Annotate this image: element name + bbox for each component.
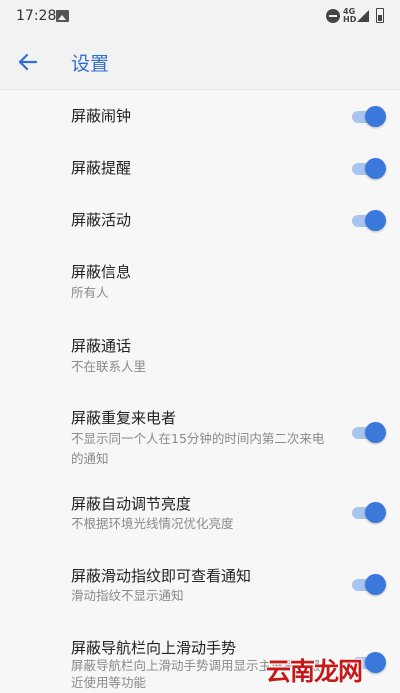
block-fingerprint-swipe-toggle[interactable] xyxy=(352,573,386,595)
setting-row-block-events[interactable]: 屏蔽活动 xyxy=(0,194,400,246)
toggle-thumb xyxy=(365,210,386,231)
setting-title: 屏蔽自动调节亮度 xyxy=(71,495,192,513)
setting-title: 屏蔽导航栏向上滑动手势 xyxy=(71,639,237,657)
setting-summary: 滑动指纹不显示通知 xyxy=(71,588,184,603)
toggle-thumb xyxy=(365,158,386,179)
setting-summary: 不在联系人里 xyxy=(71,359,147,374)
setting-title: 屏蔽信息 xyxy=(71,263,132,281)
block-events-toggle[interactable] xyxy=(352,209,386,231)
toggle-thumb xyxy=(365,502,386,523)
status-time: 17:28 xyxy=(16,8,57,24)
setting-row-block-repeat-callers[interactable]: 屏蔽重复来电者 不显示同一个人在15分钟的时间内第二次来电的通知 xyxy=(0,398,400,482)
network-sub-label: HD xyxy=(343,15,357,24)
do-not-disturb-icon xyxy=(326,9,340,23)
toggle-thumb xyxy=(365,574,386,595)
toggle-thumb xyxy=(365,106,386,127)
setting-row-block-messages[interactable]: 屏蔽信息 所有人 xyxy=(0,250,400,318)
setting-title: 屏蔽滑动指纹即可查看通知 xyxy=(71,567,252,585)
battery-icon xyxy=(376,8,384,23)
block-alarms-toggle[interactable] xyxy=(352,105,386,127)
setting-summary: 不根据环境光线情况优化亮度 xyxy=(71,516,234,531)
setting-summary: 所有人 xyxy=(71,285,109,300)
setting-title: 屏蔽通话 xyxy=(71,337,132,355)
setting-title: 屏蔽闹钟 xyxy=(71,107,132,125)
status-bar: 17:28 4G HD xyxy=(0,0,400,34)
setting-title: 屏蔽活动 xyxy=(71,211,132,229)
setting-row-block-reminders[interactable]: 屏蔽提醒 xyxy=(0,142,400,194)
back-arrow-icon[interactable] xyxy=(14,48,42,76)
setting-summary: 不显示同一个人在15分钟的时间内第二次来电的通知 xyxy=(71,431,325,466)
watermark-logo: 云南龙网 xyxy=(266,657,363,686)
block-repeat-callers-toggle[interactable] xyxy=(352,421,386,443)
block-reminders-toggle[interactable] xyxy=(352,157,386,179)
setting-row-block-fingerprint-swipe[interactable]: 屏蔽滑动指纹即可查看通知 滑动指纹不显示通知 xyxy=(0,558,400,630)
toggle-thumb xyxy=(365,422,386,443)
page-title: 设置 xyxy=(71,53,110,75)
network-type-label: 4G HD xyxy=(343,8,356,24)
setting-title: 屏蔽提醒 xyxy=(71,159,132,177)
block-auto-brightness-toggle[interactable] xyxy=(352,501,386,523)
signal-icon xyxy=(357,10,369,22)
setting-row-block-auto-brightness[interactable]: 屏蔽自动调节亮度 不根据环境光线情况优化亮度 xyxy=(0,486,400,556)
toggle-thumb xyxy=(365,652,386,673)
setting-row-block-calls[interactable]: 屏蔽通话 不在联系人里 xyxy=(0,324,400,392)
gallery-notification-icon xyxy=(56,10,69,22)
setting-row-block-alarms[interactable]: 屏蔽闹钟 xyxy=(0,90,400,142)
setting-title: 屏蔽重复来电者 xyxy=(71,409,177,427)
app-bar: 设置 xyxy=(0,34,400,90)
